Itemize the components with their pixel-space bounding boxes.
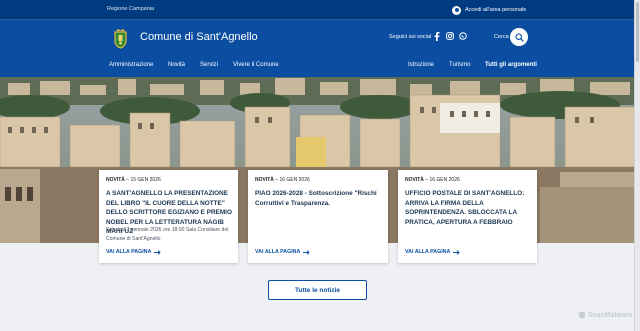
site-title[interactable]: Comune di Sant'Agnello — [140, 31, 258, 43]
card-meta: NOVITÀ – 15 GEN 2026 — [106, 177, 161, 183]
card-title[interactable]: UFFICIO POSTALE DI SANT'AGNELLO: ARRIVA … — [405, 189, 533, 227]
arrow-right-icon — [154, 249, 161, 255]
news-card[interactable]: NOVITÀ – 16 GEN 2026 UFFICIO POSTALE DI … — [398, 170, 537, 263]
watermark: ScanMalware — [578, 311, 632, 319]
facebook-icon[interactable] — [432, 31, 442, 41]
nav-item-novita[interactable]: Novità — [168, 62, 185, 68]
card-meta: NOVITÀ – 16 GEN 2026 — [255, 177, 310, 183]
read-more-link[interactable]: VAI ALLA PAGINA — [106, 249, 161, 255]
arrow-right-icon — [303, 249, 310, 255]
login-label: Accedi all'area personale — [465, 7, 527, 13]
nav-item-turismo[interactable]: Turismo — [449, 62, 470, 68]
nav-item-amministrazione[interactable]: Amministrazione — [109, 62, 153, 68]
arrow-right-icon — [453, 249, 460, 255]
coat-of-arms-icon[interactable] — [112, 29, 129, 49]
shield-icon — [578, 311, 586, 319]
slim-header: Regione Campania Accedi all'area persona… — [0, 0, 640, 20]
nav-item-istruzione[interactable]: Istruzione — [408, 62, 434, 68]
card-meta: NOVITÀ – 16 GEN 2026 — [405, 177, 460, 183]
user-icon — [452, 5, 461, 15]
login-button[interactable]: Accedi all'area personale — [452, 5, 526, 15]
region-link[interactable]: Regione Campania — [107, 6, 154, 12]
nav-item-servizi[interactable]: Servizi — [200, 62, 218, 68]
social-label: Seguici sui social — [389, 34, 432, 40]
whatsapp-icon[interactable] — [458, 31, 468, 41]
card-description: Sabato 17 gennaio 2026 ore 18:00 Sala Co… — [106, 227, 229, 242]
news-card[interactable]: NOVITÀ – 16 GEN 2026 PIAO 2026-2028 - So… — [248, 170, 388, 263]
search-icon — [514, 32, 524, 42]
nav-item-tutti-gli-argomenti[interactable]: Tutti gli argomenti — [485, 62, 537, 68]
instagram-icon[interactable] — [445, 31, 455, 41]
card-title[interactable]: PIAO 2026-2028 - Sottoscrizione "Rischi … — [255, 189, 383, 208]
main-header: Comune di Sant'Agnello Seguici sui socia… — [0, 20, 640, 77]
read-more-link[interactable]: VAI ALLA PAGINA — [255, 249, 310, 255]
search-label: Cerca — [494, 34, 509, 40]
nav-item-vivere-il-comune[interactable]: Vivere il Comune — [233, 62, 279, 68]
all-news-button[interactable]: Tutte le notizie — [268, 280, 367, 300]
news-card[interactable]: NOVITÀ – 15 GEN 2026 A SANT'AGNELLO LA P… — [99, 170, 238, 263]
read-more-link[interactable]: VAI ALLA PAGINA — [405, 249, 460, 255]
search-button[interactable] — [510, 28, 528, 46]
scrollbar[interactable] — [634, 0, 640, 331]
